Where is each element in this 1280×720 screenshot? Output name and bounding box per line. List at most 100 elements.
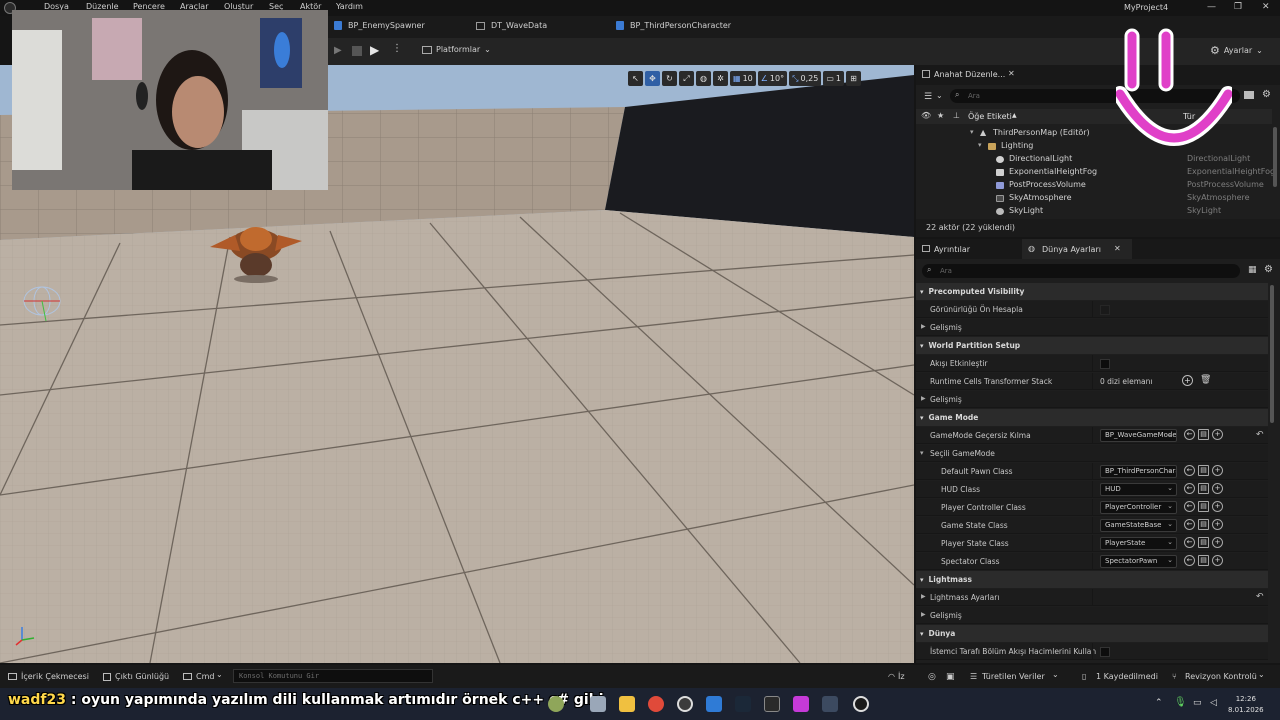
close-icon[interactable]: ✕ — [1008, 69, 1015, 78]
rotation-snap-button[interactable]: ∠ 10° — [757, 71, 788, 86]
gamemode-override-combo[interactable]: BP_WaveGameMode ⌄ — [1100, 429, 1177, 442]
camera-icon[interactable]: ▣ — [946, 672, 955, 682]
close-icon[interactable]: ✕ — [1262, 2, 1270, 12]
visibility-icon[interactable]: 👁 — [921, 111, 931, 120]
browse-icon[interactable]: ▤ — [1198, 519, 1209, 530]
camera-speed-button[interactable]: ▭ 1 — [823, 71, 844, 86]
use-selected-icon[interactable]: ← — [1184, 483, 1195, 494]
mic-icon[interactable]: 🎙 — [1174, 697, 1187, 708]
tab-third-person[interactable]: BP_ThirdPersonCharacter — [616, 21, 731, 30]
use-selected-icon[interactable]: ← — [1184, 555, 1195, 566]
tab-wave-data[interactable]: DT_WaveData — [476, 21, 547, 30]
reset-icon[interactable]: ↶ — [1256, 592, 1264, 602]
details-scrollbar[interactable] — [1270, 285, 1274, 423]
restore-icon[interactable]: ❐ — [1234, 2, 1242, 12]
spectator-class-combo[interactable]: SpectatorPawn ⌄ — [1100, 555, 1177, 568]
system-clock[interactable]: 12:26 8.01.2026 — [1228, 694, 1264, 716]
minimize-icon[interactable]: — — [1207, 2, 1216, 12]
details-search-input[interactable]: ⌕ Ara — [922, 264, 1240, 278]
advanced-row[interactable]: ▶ Gelişmiş — [916, 391, 1268, 408]
world-space-icon[interactable]: ◍ — [696, 71, 711, 86]
unsaved-button[interactable]: 1 Kaydedilmedi — [1096, 672, 1158, 681]
surface-snap-icon[interactable]: ✲ — [713, 71, 728, 86]
trash-icon[interactable]: 🗑 — [1200, 375, 1211, 385]
add-icon[interactable]: + — [1212, 429, 1223, 440]
section-world[interactable]: ▾ Dünya — [916, 625, 1268, 642]
record-icon[interactable]: ◎ — [928, 672, 936, 682]
browse-icon[interactable]: ▤ — [1198, 429, 1209, 440]
section-precomputed-visibility[interactable]: ▾ Precomputed Visibility — [916, 283, 1268, 300]
volume-icon[interactable]: ◁ — [1210, 698, 1217, 708]
translate-icon[interactable]: ✥ — [645, 71, 660, 86]
derived-data-button[interactable]: Türetilen Veriler — [982, 672, 1045, 681]
chrome-icon[interactable] — [648, 696, 664, 712]
pin-icon[interactable]: ⊥ — [953, 111, 960, 120]
browse-icon[interactable]: ▤ — [1198, 537, 1209, 548]
use-selected-icon[interactable]: ← — [1184, 465, 1195, 476]
outliner-row[interactable]: ExponentialHeightFog ExponentialHeightFo… — [916, 167, 1275, 180]
advanced-row[interactable]: ▶ Gelişmiş — [916, 607, 1268, 624]
steam-icon[interactable] — [735, 696, 751, 712]
use-selected-icon[interactable]: ← — [1184, 429, 1195, 440]
github-icon[interactable] — [677, 696, 693, 712]
column-label[interactable]: Öğe Etiketi — [968, 112, 1012, 121]
epic-games-icon[interactable] — [764, 696, 780, 712]
browse-icon[interactable]: ▤ — [1198, 483, 1209, 494]
select-mode-icon[interactable]: ↖ — [628, 71, 643, 86]
outliner-row[interactable]: SkyAtmosphere SkyAtmosphere — [916, 193, 1272, 206]
outliner-row[interactable]: SkyLight SkyLight — [916, 206, 1272, 217]
outliner-tab-title[interactable]: Anahat Düzenle... — [934, 70, 1005, 79]
menu-help[interactable]: Yardım — [336, 2, 363, 11]
steam-alt-icon[interactable] — [822, 696, 838, 712]
enable-streaming-checkbox[interactable] — [1100, 359, 1110, 369]
outliner-scrollbar[interactable] — [1273, 127, 1277, 187]
folder-add-icon[interactable] — [1244, 91, 1254, 99]
selected-gamemode-row[interactable]: ▾ Seçili GameMode — [916, 445, 1268, 462]
add-icon[interactable]: + — [1212, 519, 1223, 530]
client-side-streaming-checkbox[interactable] — [1100, 647, 1110, 657]
network-icon[interactable]: ▭ — [1193, 698, 1202, 708]
hud-class-combo[interactable]: HUD ⌄ — [1100, 483, 1177, 496]
cmd-dropdown[interactable]: Cmd — [196, 672, 214, 681]
play-icon[interactable]: ▶ — [370, 43, 379, 57]
use-selected-icon[interactable]: ← — [1184, 537, 1195, 548]
add-icon[interactable]: + — [1212, 501, 1223, 512]
add-icon[interactable]: + — [1212, 465, 1223, 476]
game-state-combo[interactable]: GameStateBase ⌄ — [1100, 519, 1177, 532]
advanced-row[interactable]: ▶ Gelişmiş — [916, 319, 1268, 336]
gear-icon[interactable]: ⚙ — [1264, 264, 1273, 275]
content-drawer-button[interactable]: İçerik Çekmecesi — [21, 672, 89, 681]
tab-details[interactable]: Ayrıntılar — [934, 245, 970, 254]
gear-icon[interactable]: ⚙ — [1262, 89, 1271, 100]
app-icon-purple[interactable] — [793, 696, 809, 712]
rotate-icon[interactable]: ↻ — [662, 71, 677, 86]
precompute-visibility-checkbox[interactable] — [1100, 305, 1110, 315]
use-selected-icon[interactable]: ← — [1184, 519, 1195, 530]
unreal-engine-icon[interactable] — [853, 696, 869, 712]
section-game-mode[interactable]: ▾ Game Mode — [916, 409, 1268, 426]
task-view-icon[interactable] — [590, 696, 606, 712]
platforms-dropdown[interactable]: Platformlar ⌄ — [422, 45, 491, 54]
revision-control-button[interactable]: Revizyon Kontrolü — [1185, 672, 1257, 681]
lightmass-settings-row[interactable]: ▶ Lightmass Ayarları ↶ — [916, 589, 1268, 606]
section-lightmass[interactable]: ▾ Lightmass — [916, 571, 1268, 588]
tab-world-settings[interactable]: Dünya Ayarları — [1042, 245, 1101, 254]
player-state-combo[interactable]: PlayerState ⌄ — [1100, 537, 1177, 550]
section-world-partition[interactable]: ▾ World Partition Setup — [916, 337, 1268, 354]
scale-snap-button[interactable]: ⤡ 0,25 — [789, 71, 822, 86]
stop-icon[interactable] — [352, 46, 362, 56]
browse-icon[interactable]: ▤ — [1198, 555, 1209, 566]
scale-icon[interactable]: ⤢ — [679, 71, 694, 86]
filter-icon[interactable]: ☰ — [924, 92, 932, 102]
more-options-icon[interactable]: ⋮ — [392, 43, 402, 54]
browse-icon[interactable]: ▤ — [1198, 465, 1209, 476]
use-selected-icon[interactable]: ← — [1184, 501, 1195, 512]
landscape-widget-icon[interactable] — [548, 696, 564, 712]
add-icon[interactable]: + — [1212, 483, 1223, 494]
trace-button[interactable]: İz — [898, 672, 905, 681]
table-view-icon[interactable]: ▦ — [1248, 265, 1257, 275]
console-command-input[interactable]: Konsol Komutunu Gir — [233, 669, 433, 683]
add-icon[interactable]: + — [1212, 555, 1223, 566]
reset-icon[interactable]: ↶ — [1256, 430, 1264, 440]
star-icon[interactable]: ★ — [937, 111, 944, 120]
